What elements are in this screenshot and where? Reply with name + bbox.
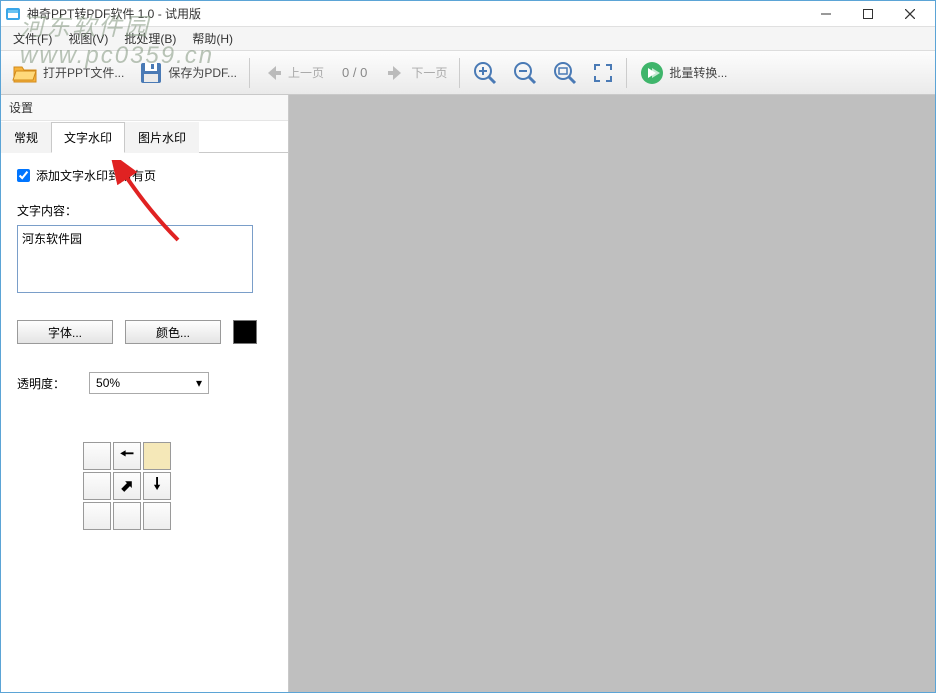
- app-icon: [5, 6, 21, 22]
- zoom-in-icon: [472, 60, 498, 86]
- page-count: 0 / 0: [332, 65, 377, 80]
- pos-top-center[interactable]: 🠔: [113, 442, 141, 470]
- batch-icon: [639, 60, 665, 86]
- chevron-down-icon: ▾: [196, 376, 202, 390]
- arrow-left-icon: 🠔: [120, 443, 134, 470]
- window-title: 神奇PPT转PDF软件 1.0 - 试用版: [27, 5, 805, 22]
- pos-mid-center[interactable]: ⬈: [113, 472, 141, 500]
- opacity-value: 50%: [96, 376, 120, 390]
- zoom-fit-button[interactable]: [546, 56, 584, 90]
- opacity-select[interactable]: 50% ▾: [89, 372, 209, 394]
- arrow-down-icon: 🠗: [154, 473, 161, 500]
- toolbar-separator: [249, 58, 250, 88]
- tab-image-watermark[interactable]: 图片水印: [125, 122, 199, 153]
- pos-bot-right[interactable]: [143, 502, 171, 530]
- arrow-left-icon: [262, 62, 284, 84]
- minimize-button[interactable]: [805, 1, 847, 27]
- menu-file[interactable]: 文件(F): [5, 27, 60, 50]
- save-pdf-label: 保存为PDF...: [168, 64, 237, 81]
- menu-help[interactable]: 帮助(H): [184, 27, 241, 50]
- fullscreen-icon: [592, 62, 614, 84]
- tab-text-watermark[interactable]: 文字水印: [51, 122, 125, 153]
- fullscreen-button[interactable]: [586, 58, 620, 88]
- sidebar-title: 设置: [1, 95, 288, 121]
- pos-mid-left[interactable]: [83, 472, 111, 500]
- folder-open-icon: [11, 59, 39, 87]
- open-ppt-label: 打开PPT文件...: [43, 64, 124, 81]
- pos-top-left[interactable]: [83, 442, 111, 470]
- arrow-upleft-icon: ⬈: [120, 476, 133, 496]
- toolbar-separator: [459, 58, 460, 88]
- color-button[interactable]: 颜色...: [125, 320, 221, 344]
- batch-convert-button[interactable]: 批量转换...: [633, 56, 733, 90]
- tab-general[interactable]: 常规: [1, 122, 51, 153]
- toolbar: 打开PPT文件... 保存为PDF... 上一页 0 / 0 下一页: [1, 51, 935, 95]
- text-content-label: 文字内容：: [17, 202, 272, 219]
- menu-batch[interactable]: 批处理(B): [116, 27, 184, 50]
- settings-tabs: 常规 文字水印 图片水印: [1, 121, 288, 153]
- opacity-label: 透明度：: [17, 375, 65, 392]
- font-button[interactable]: 字体...: [17, 320, 113, 344]
- next-page-button[interactable]: 下一页: [379, 58, 453, 88]
- zoom-out-button[interactable]: [506, 56, 544, 90]
- add-watermark-all-checkbox[interactable]: [17, 169, 30, 182]
- add-watermark-all-label: 添加文字水印到所有页: [36, 167, 156, 184]
- pos-bot-left[interactable]: [83, 502, 111, 530]
- add-watermark-all-checkbox-row[interactable]: 添加文字水印到所有页: [17, 167, 272, 184]
- color-swatch[interactable]: [233, 320, 257, 344]
- save-icon: [138, 60, 164, 86]
- text-content-input[interactable]: [17, 225, 253, 293]
- toolbar-separator: [626, 58, 627, 88]
- menubar: 文件(F) 视图(V) 批处理(B) 帮助(H): [1, 27, 935, 51]
- open-ppt-button[interactable]: 打开PPT文件...: [5, 55, 130, 91]
- text-watermark-panel: 添加文字水印到所有页 文字内容： 字体... 颜色... 透明度： 50% ▾: [1, 153, 288, 544]
- zoom-fit-icon: [552, 60, 578, 86]
- titlebar: 神奇PPT转PDF软件 1.0 - 试用版: [1, 1, 935, 27]
- zoom-out-icon: [512, 60, 538, 86]
- prev-page-button[interactable]: 上一页: [256, 58, 330, 88]
- settings-sidebar: 设置 常规 文字水印 图片水印 添加文字水印到所有页 文字内容： 字体... 颜…: [1, 95, 289, 692]
- maximize-button[interactable]: [847, 1, 889, 27]
- menu-view[interactable]: 视图(V): [60, 27, 116, 50]
- pos-top-right[interactable]: [143, 442, 171, 470]
- preview-area: [289, 95, 935, 692]
- next-page-label: 下一页: [411, 64, 447, 81]
- position-grid: 🠔 ⬈ 🠗: [83, 442, 272, 530]
- close-button[interactable]: [889, 1, 931, 27]
- pos-bot-center[interactable]: [113, 502, 141, 530]
- arrow-right-icon: [385, 62, 407, 84]
- batch-convert-label: 批量转换...: [669, 64, 727, 81]
- pos-mid-right[interactable]: 🠗: [143, 472, 171, 500]
- prev-page-label: 上一页: [288, 64, 324, 81]
- zoom-in-button[interactable]: [466, 56, 504, 90]
- save-pdf-button[interactable]: 保存为PDF...: [132, 56, 243, 90]
